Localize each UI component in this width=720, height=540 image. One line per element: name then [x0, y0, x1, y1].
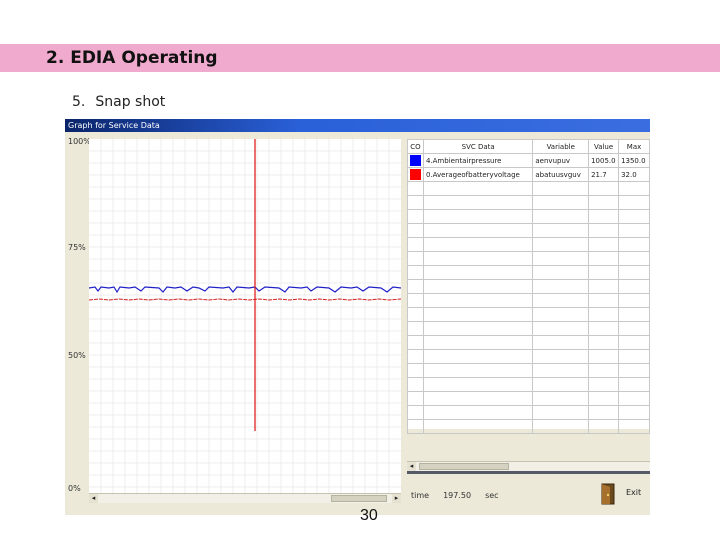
scroll-left-arrow-icon[interactable]: ◂ [89, 494, 98, 503]
time-value: 197.50 [443, 491, 472, 500]
table-row [407, 419, 650, 434]
max-cell: 1350.0 [618, 153, 650, 168]
table-row [407, 181, 650, 196]
svc-data-table-panel: CO SVC Data Variable Value Max 4.Ambient… [407, 139, 650, 434]
max-cell: 32.0 [618, 167, 650, 182]
plot-scroll-thumb[interactable] [331, 495, 387, 502]
variable-cell: abatuusvguv [532, 167, 590, 182]
table-scroll-left-arrow-icon[interactable]: ◂ [407, 462, 416, 471]
time-label: time [411, 491, 430, 500]
time-readout: time 197.50 sec [411, 491, 513, 500]
slide-title: 2. EDIA Operating [46, 48, 218, 68]
exit-button[interactable]: Exit [598, 483, 648, 505]
y-label-top: 100% [68, 137, 91, 146]
table-row [407, 293, 650, 308]
title-banner: 2. EDIA Operating [0, 44, 720, 72]
table-row [407, 265, 650, 280]
exit-label: Exit [626, 488, 642, 497]
col-header-max[interactable]: Max [618, 139, 650, 154]
y-label-50: 50% [68, 351, 86, 360]
svc-cell: 4.Ambientairpressure [422, 153, 534, 168]
table-row [407, 223, 650, 238]
col-header-co[interactable]: CO [407, 139, 424, 154]
value-cell: 21.7 [588, 167, 620, 182]
grid-lines [89, 139, 401, 499]
svc-data-table: CO SVC Data Variable Value Max 4.Ambient… [407, 139, 650, 434]
color-cell [407, 153, 424, 168]
subheading: 5. Snap shot [72, 94, 165, 110]
graph-plot-area[interactable] [88, 139, 402, 499]
time-unit: sec [485, 491, 499, 500]
table-bottom-border [407, 471, 650, 474]
col-header-value[interactable]: Value [588, 139, 620, 154]
table-row [407, 251, 650, 266]
table-row [407, 405, 650, 420]
table-row [407, 237, 650, 252]
plot-scrollbar[interactable]: ◂ ▸ [89, 493, 401, 503]
table-row [407, 209, 650, 224]
window-title: Graph for Service Data [68, 121, 160, 130]
svc-cell: 0.Averageofbatteryvoltage [422, 167, 534, 182]
table-scrollbar[interactable]: ◂ [407, 461, 650, 471]
graph-svg [88, 139, 402, 499]
table-row [407, 195, 650, 210]
window-titlebar: Graph for Service Data [65, 119, 650, 132]
col-header-variable[interactable]: Variable [532, 139, 590, 154]
table-row [407, 279, 650, 294]
color-cell [407, 167, 424, 182]
table-row [407, 307, 650, 322]
table-row [407, 335, 650, 350]
exit-door-icon [601, 483, 615, 505]
subheading-number: 5. [72, 94, 86, 110]
color-swatch [410, 155, 421, 166]
table-row [407, 377, 650, 392]
page-number: 30 [360, 507, 378, 524]
table-header-row: CO SVC Data Variable Value Max [407, 139, 650, 154]
table-row [407, 321, 650, 336]
y-label-75: 75% [68, 243, 86, 252]
table-row [407, 363, 650, 378]
value-cell: 1005.0 [588, 153, 620, 168]
table-row [407, 391, 650, 406]
table-scroll-thumb[interactable] [419, 463, 509, 470]
y-label-bottom: 0% [68, 484, 81, 493]
table-row[interactable]: 4.Ambientairpressure aenvupuv 1005.0 135… [407, 153, 650, 168]
color-swatch [410, 169, 421, 180]
col-header-svc-data[interactable]: SVC Data [422, 139, 534, 154]
graph-window: Graph for Service Data 100% 75% 50% 0% ◂… [65, 119, 650, 515]
variable-cell: aenvupuv [532, 153, 590, 168]
red-trace [88, 298, 402, 301]
subheading-text: Snap shot [95, 94, 166, 110]
table-row[interactable]: 0.Averageofbatteryvoltage abatuusvguv 21… [407, 167, 650, 182]
table-row [407, 349, 650, 364]
scroll-right-arrow-icon[interactable]: ▸ [392, 494, 401, 503]
